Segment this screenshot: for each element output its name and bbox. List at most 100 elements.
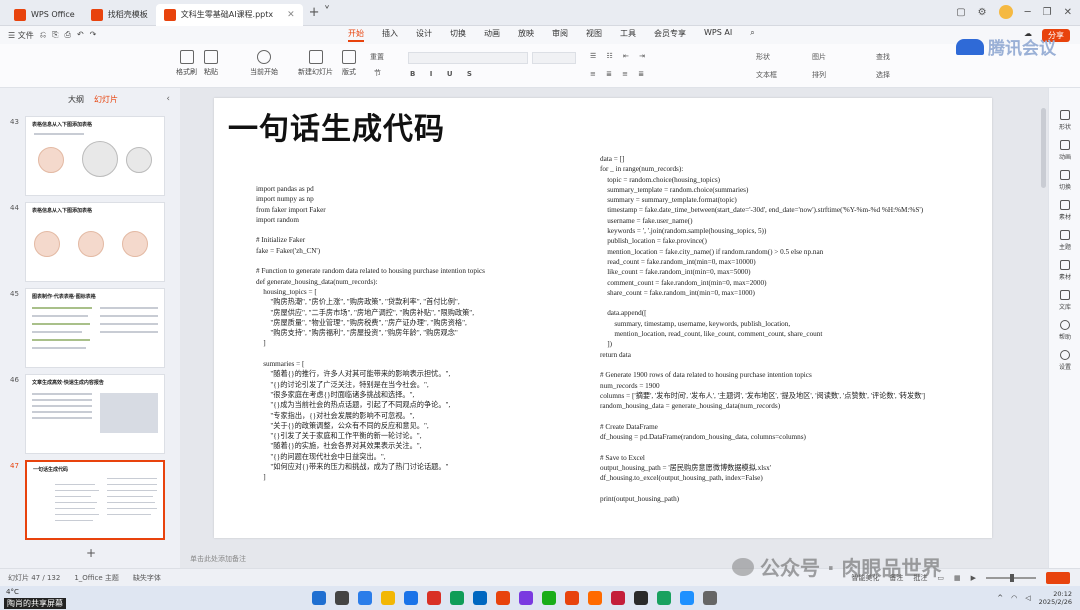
minimize-button[interactable]: ─ — [1025, 7, 1031, 18]
theme-name[interactable]: 1_Office 主题 — [74, 573, 119, 583]
slide-thumbnail-43[interactable]: 表格信息从入下图添加表格 — [25, 116, 165, 196]
format-painter-button[interactable]: 格式刷 — [176, 50, 197, 77]
ribbon-tab-wps-ai[interactable]: WPS AI — [704, 28, 732, 42]
file-menu[interactable]: ☰ 文件 — [8, 30, 34, 41]
new-tab-button[interactable]: + ˅ — [309, 5, 331, 20]
avatar[interactable] — [998, 5, 1013, 19]
tab-slides[interactable]: 幻灯片 — [94, 94, 118, 105]
close-tab-icon[interactable]: ✕ — [287, 10, 295, 20]
add-slide-button[interactable]: + — [86, 546, 96, 560]
tab-wps-office[interactable]: WPS Office — [6, 4, 83, 26]
taskbar-app-icon[interactable] — [703, 591, 717, 605]
undo-icon[interactable]: ↶ — [77, 30, 84, 41]
play-slideshow-icon[interactable]: ▶ — [971, 574, 976, 582]
sidebar-item-material[interactable]: 素材 — [1049, 200, 1080, 221]
taskbar-app-icon[interactable] — [404, 591, 418, 605]
text-format-icons[interactable]: B I U S — [410, 70, 478, 78]
font-family-select[interactable] — [408, 52, 528, 64]
settings-icon[interactable]: ⚙ — [978, 7, 987, 18]
missing-font-indicator[interactable]: 缺失字体 — [133, 573, 161, 583]
sidebar-item-library[interactable]: 文库 — [1049, 290, 1080, 311]
taskbar-app-icon[interactable] — [381, 591, 395, 605]
layout-icon[interactable]: ▢ — [956, 7, 965, 18]
tab-template[interactable]: 找稻壳模板 — [83, 4, 156, 26]
ribbon-tab-insert[interactable]: 插入 — [382, 28, 398, 42]
align-icons[interactable]: ≡ ≣ ≡ ≣ — [590, 70, 648, 78]
layout-button[interactable]: 版式 — [342, 50, 356, 77]
ribbon-tab-slideshow[interactable]: 放映 — [518, 28, 534, 42]
taskbar-app-icon[interactable] — [335, 591, 349, 605]
vertical-scrollbar[interactable] — [1041, 108, 1046, 188]
reset-button[interactable]: 重置 — [370, 52, 384, 62]
taskbar-app-icon[interactable] — [680, 591, 694, 605]
sidebar-item-settings[interactable]: 设置 — [1049, 350, 1080, 371]
save-icon[interactable]: ⎌ — [40, 30, 46, 41]
volume-icon[interactable]: ◁ — [1025, 594, 1030, 602]
ribbon-tab-tools[interactable]: 工具 — [620, 28, 636, 42]
textbox-button[interactable]: 文本框 — [756, 70, 777, 80]
taskbar-app-icon[interactable] — [427, 591, 441, 605]
ribbon-tab-review[interactable]: 审阅 — [552, 28, 568, 42]
font-size-select[interactable] — [532, 52, 576, 64]
tab-outline[interactable]: 大纲 — [68, 94, 84, 105]
clock[interactable]: 20:12 2025/2/26 — [1039, 590, 1072, 606]
slide-thumbnail-44[interactable]: 表格信息从入下图添加表格 — [25, 202, 165, 282]
sidebar-item-help[interactable]: 帮助 — [1049, 320, 1080, 341]
slide-title[interactable]: 一句话生成代码 — [228, 104, 445, 148]
sidebar-item-theme[interactable]: 主题 — [1049, 230, 1080, 251]
redo-icon[interactable]: ↷ — [90, 30, 97, 41]
zoom-slider[interactable] — [986, 573, 1036, 582]
ribbon-tab-transition[interactable]: 切换 — [450, 28, 466, 42]
section-button[interactable]: 节 — [374, 68, 381, 78]
sidebar-item-transition[interactable]: 切换 — [1049, 170, 1080, 191]
code-block-right[interactable]: data = [] for _ in range(num_records): t… — [600, 154, 925, 504]
arrange-button[interactable]: 排列 — [812, 70, 826, 80]
ribbon-tab-animation[interactable]: 动画 — [484, 28, 500, 42]
slide-thumbnail-45[interactable]: 图表制作·代表表格·图标表格 — [25, 288, 165, 368]
weather-widget[interactable]: 4°C — [6, 588, 19, 596]
export-icon[interactable]: ⎘ — [52, 30, 58, 41]
print-icon[interactable]: ⎙ — [65, 30, 71, 41]
taskbar-app-icon[interactable] — [312, 591, 326, 605]
taskbar-app-icon[interactable] — [634, 591, 648, 605]
taskbar-app-icon[interactable] — [657, 591, 671, 605]
paste-button[interactable]: 粘贴 — [204, 50, 218, 77]
picture-button[interactable]: 图片 — [812, 52, 826, 62]
taskbar-app-icon[interactable] — [450, 591, 464, 605]
close-window-button[interactable]: ✕ — [1064, 7, 1072, 18]
current-slide[interactable]: 一句话生成代码 import pandas as pd import numpy… — [214, 98, 992, 538]
search-icon[interactable]: ⌕ — [750, 28, 754, 42]
sidebar-item-shape[interactable]: 形状 — [1049, 110, 1080, 131]
taskbar-app-icon[interactable] — [611, 591, 625, 605]
taskbar-app-icon[interactable] — [542, 591, 556, 605]
code-block-left[interactable]: import pandas as pd import numpy as np f… — [256, 184, 485, 483]
tray-chevron-icon[interactable]: ^ — [997, 594, 1003, 602]
sidebar-item-animation[interactable]: 动画 — [1049, 140, 1080, 161]
ribbon-tab-design[interactable]: 设计 — [416, 28, 432, 42]
notes-placeholder[interactable]: 单击此处添加备注 — [190, 554, 246, 564]
select-button[interactable]: 选择 — [876, 70, 890, 80]
ribbon-tab-member[interactable]: 会员专享 — [654, 28, 686, 42]
zoom-slider-handle[interactable] — [1010, 573, 1014, 582]
play-from-current-button[interactable]: 当前开始 — [250, 50, 278, 77]
ribbon-tab-view[interactable]: 视图 — [586, 28, 602, 42]
shape-button[interactable]: 形状 — [756, 52, 770, 62]
slide-thumbnail-46[interactable]: 文章生成高效·快速生成内容报告 — [25, 374, 165, 454]
slide-thumbnail-47[interactable]: 一句话生成代码 — [25, 460, 165, 540]
new-slide-button[interactable]: 新建幻灯片 — [298, 50, 333, 77]
taskbar-app-icon[interactable] — [588, 591, 602, 605]
paragraph-icons[interactable]: ☰ ☷ ⇤ ⇥ — [590, 52, 649, 60]
wifi-icon[interactable]: ◠ — [1011, 594, 1017, 602]
ribbon-tab-home[interactable]: 开始 — [348, 28, 364, 42]
find-button[interactable]: 查找 — [876, 52, 890, 62]
taskbar-app-icon[interactable] — [473, 591, 487, 605]
grid-view-icon[interactable]: ▦ — [954, 574, 961, 582]
tab-document[interactable]: 文科生零基础AI课程.pptx ✕ — [155, 3, 303, 26]
sidebar-item-assets[interactable]: 素材 — [1049, 260, 1080, 281]
restore-button[interactable]: ❐ — [1043, 7, 1052, 18]
collapse-panel-icon[interactable]: ‹ — [166, 94, 170, 104]
taskbar-app-icon[interactable] — [358, 591, 372, 605]
taskbar-app-icon[interactable] — [565, 591, 579, 605]
taskbar-app-icon[interactable] — [519, 591, 533, 605]
taskbar-app-icon[interactable] — [496, 591, 510, 605]
